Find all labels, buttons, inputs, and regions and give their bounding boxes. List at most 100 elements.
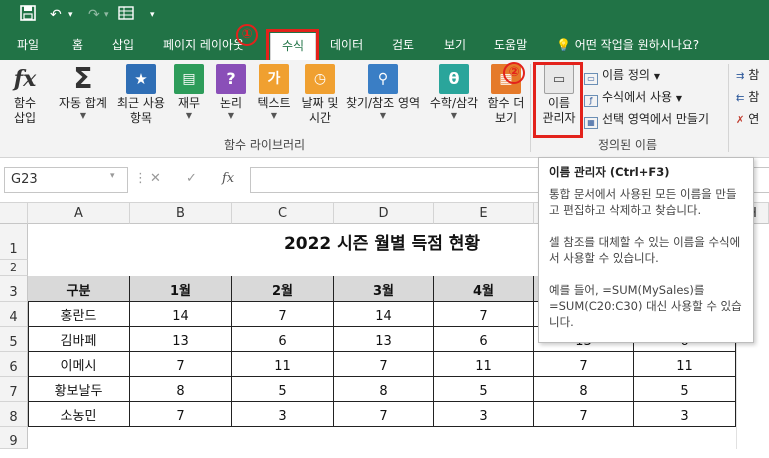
create-from-selection-button[interactable]: ▦ 선택 영역에서 만들기 [584,110,709,129]
table-cell[interactable]: 13 [130,327,232,352]
column-header-a[interactable]: A [28,203,130,224]
table-cell[interactable]: 7 [334,402,434,427]
tab-data[interactable]: 데이터 [330,30,363,60]
form-icon[interactable] [118,5,134,27]
title-bar: ↶ ▾ ↷ ▾ ▾ [0,0,769,30]
enter-icon[interactable]: ✓ [186,171,197,186]
chevron-down-icon: ▼ [270,111,278,120]
name-box-dropdown-icon[interactable]: ▾ [110,171,115,181]
step-badge-1: ① [236,24,258,46]
header-cell-category[interactable]: 구분 [28,276,130,302]
tooltip-paragraph-3: 예를 들어, =SUM(MySales)를 =SUM(C20:C30) 대신 사… [549,283,742,329]
table-cell[interactable]: 7 [130,402,232,427]
redo-icon[interactable]: ↷ [88,5,100,25]
text-button[interactable]: 가 텍스트 ▼ [254,64,294,121]
table-cell[interactable]: 5 [434,377,534,402]
lightbulb-icon: 💡 [556,38,571,52]
table-cell[interactable]: 14 [130,302,232,327]
table-cell[interactable]: 7 [434,302,534,327]
recently-used-label: 최근 사용 항목 [117,96,165,125]
table-cell[interactable]: 5 [232,377,334,402]
row-header-2[interactable]: 2 [0,260,28,276]
header-cell-feb[interactable]: 2월 [232,276,334,302]
table-cell[interactable]: 5 [634,377,736,402]
column-header-b[interactable]: B [130,203,232,224]
table-cell[interactable]: 13 [334,327,434,352]
tab-file[interactable]: 파일 [17,30,39,60]
cancel-icon[interactable]: ✕ [150,171,161,186]
tab-view[interactable]: 보기 [444,30,466,60]
math-trig-button[interactable]: θ 수학/삼각 ▼ [424,64,484,121]
table-cell[interactable]: 7 [232,302,334,327]
table-cell[interactable]: 홍란드 [28,302,130,327]
table-cell[interactable]: 7 [534,402,634,427]
row-header-9[interactable]: 9 [0,427,28,449]
table-cell[interactable]: 6 [232,327,334,352]
row-header-4[interactable]: 4 [0,302,28,327]
magnifier-book-icon: ⚲ [368,64,398,94]
table-cell[interactable]: 11 [232,352,334,377]
tooltip-paragraph-1: 통합 문서에서 사용된 모든 이름을 만들고 편집하고 삭제하고 찾습니다. [549,187,737,217]
tab-home[interactable]: 홈 [72,30,83,60]
undo-dropdown-icon[interactable]: ▾ [68,5,73,25]
column-header-e[interactable]: E [434,203,534,224]
save-icon[interactable] [20,5,36,27]
table-cell[interactable]: 6 [434,327,534,352]
insert-function-icon[interactable]: fx [222,171,234,186]
table-cell[interactable]: 11 [434,352,534,377]
create-from-selection-label: 선택 영역에서 만들기 [602,112,709,126]
redo-dropdown-icon[interactable]: ▾ [104,5,109,25]
financial-button[interactable]: ▤ 재무 ▼ [172,64,206,121]
logical-button[interactable]: ? 논리 ▼ [214,64,248,121]
table-cell[interactable]: 3 [634,402,736,427]
row-header-6[interactable]: 6 [0,352,28,377]
trace-precedents-button[interactable]: ⇉ 참 [736,66,759,86]
row-header-7[interactable]: 7 [0,377,28,402]
row-header-3[interactable]: 3 [0,276,28,302]
function-library-group-label: 함수 라이브러리 [224,138,306,152]
tab-insert[interactable]: 삽입 [112,30,134,60]
trace-dependents-button[interactable]: ⇇ 참 [736,88,759,108]
table-cell[interactable]: 7 [130,352,232,377]
remove-arrows-button[interactable]: ✗ 연 [736,110,759,130]
tooltip-title: 이름 관리자 (Ctrl+F3) [549,165,670,179]
table-cell[interactable]: 11 [634,352,736,377]
undo-icon[interactable]: ↶ [50,5,62,25]
table-cell[interactable]: 8 [130,377,232,402]
header-cell-mar[interactable]: 3월 [334,276,434,302]
lookup-reference-button[interactable]: ⚲ 찾기/참조 영역 ▼ [342,64,424,121]
clock-book-icon: ◷ [305,64,335,94]
autosum-button[interactable]: Σ 자동 합계 ▼ [54,64,112,121]
table-cell[interactable]: 7 [534,352,634,377]
table-cell[interactable]: 소농민 [28,402,130,427]
insert-function-button[interactable]: fx 함수 삽입 [6,64,44,126]
header-cell-jan[interactable]: 1월 [130,276,232,302]
tell-me-search[interactable]: 💡 어떤 작업을 원하시나요? [556,30,699,60]
use-in-formula-button[interactable]: ƒ 수식에서 사용 ▼ [584,88,682,108]
table-cell[interactable]: 3 [434,402,534,427]
column-header-d[interactable]: D [334,203,434,224]
table-cell[interactable]: 8 [534,377,634,402]
table-cell[interactable]: 이메시 [28,352,130,377]
more-functions-label: 함수 더 보기 [487,96,525,125]
table-cell[interactable]: 황보날두 [28,377,130,402]
table-cell[interactable]: 14 [334,302,434,327]
date-time-button[interactable]: ◷ 날짜 및 시간 [298,64,342,126]
row-header-8[interactable]: 8 [0,402,28,427]
table-cell[interactable]: 3 [232,402,334,427]
table-cell[interactable]: 김바페 [28,327,130,352]
select-all-corner[interactable] [0,203,28,224]
row-header-5[interactable]: 5 [0,327,28,352]
customize-dropdown-icon[interactable]: ▾ [150,5,155,25]
define-name-button[interactable]: ▭ 이름 정의 ▼ [584,66,660,86]
row-header-1[interactable]: 1 [0,224,28,260]
tab-review[interactable]: 검토 [392,30,414,60]
table-cell[interactable]: 8 [334,377,434,402]
trace-arrow-icon: ⇇ [736,93,745,104]
table-cell[interactable]: 7 [334,352,434,377]
tab-page-layout[interactable]: 페이지 레이아웃 [163,30,244,60]
recently-used-button[interactable]: ★ 최근 사용 항목 [112,64,170,126]
tab-help[interactable]: 도움말 [494,30,527,60]
header-cell-apr[interactable]: 4월 [434,276,534,302]
column-header-c[interactable]: C [232,203,334,224]
